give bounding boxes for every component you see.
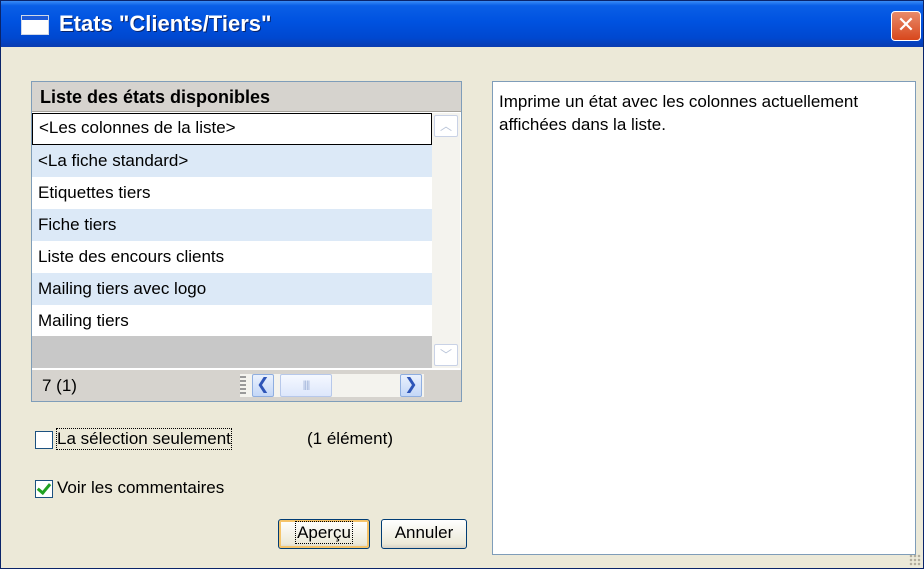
show-comments-checkbox[interactable] [35,480,53,498]
report-description: Imprime un état avec les colonnes actuel… [492,81,916,555]
selection-only-checkbox[interactable] [35,431,53,449]
preview-button[interactable]: Aperçu [278,519,370,549]
horizontal-scrollbar[interactable]: ❮ |||| ❯ [240,374,424,397]
resize-grip-icon[interactable] [909,554,921,566]
scroll-thumb[interactable]: |||| [280,374,332,397]
report-dialog: Etats "Clients/Tiers" ✕ Liste des états … [0,0,924,569]
scroll-left-icon[interactable]: ❮ [252,374,274,397]
report-list-item[interactable]: Fiche tiers [32,209,432,241]
cancel-button-label: Annuler [394,523,454,542]
report-list-item[interactable]: Liste des encours clients [32,241,432,273]
report-list-item[interactable]: <La fiche standard> [32,145,432,177]
splitter-grip-icon[interactable] [240,376,246,395]
report-list-item[interactable]: <Les colonnes de la liste> [32,113,432,145]
item-count: 7 (1) [42,376,77,395]
scroll-up-icon[interactable]: ︿ [434,115,458,137]
report-list-item[interactable]: Mailing tiers [32,305,432,337]
report-list-item[interactable]: Mailing tiers avec logo [32,273,432,305]
vertical-scrollbar[interactable]: ︿ ﹀ [432,113,460,368]
window-title: Etats "Clients/Tiers" [59,11,272,36]
list-footer: 7 (1) ❮ |||| ❯ [32,370,461,401]
show-comments-label[interactable]: Voir les commentaires [57,478,224,498]
preview-button-label: Aperçu [295,521,353,544]
report-list-header: Liste des états disponibles [32,82,461,112]
scroll-down-icon[interactable]: ﹀ [434,344,458,366]
close-button[interactable]: ✕ [891,11,921,41]
report-list-item[interactable]: Etiquettes tiers [32,177,432,209]
selection-count: (1 élément) [307,429,393,448]
window-icon [21,15,49,35]
selection-only-label[interactable]: La sélection seulement [56,428,232,450]
scroll-right-icon[interactable]: ❯ [400,374,422,397]
list-empty-area [32,336,432,368]
report-list: Liste des états disponibles <Les colonne… [31,81,462,402]
cancel-button[interactable]: Annuler [381,519,467,549]
title-bar[interactable]: Etats "Clients/Tiers" ✕ [1,1,923,47]
